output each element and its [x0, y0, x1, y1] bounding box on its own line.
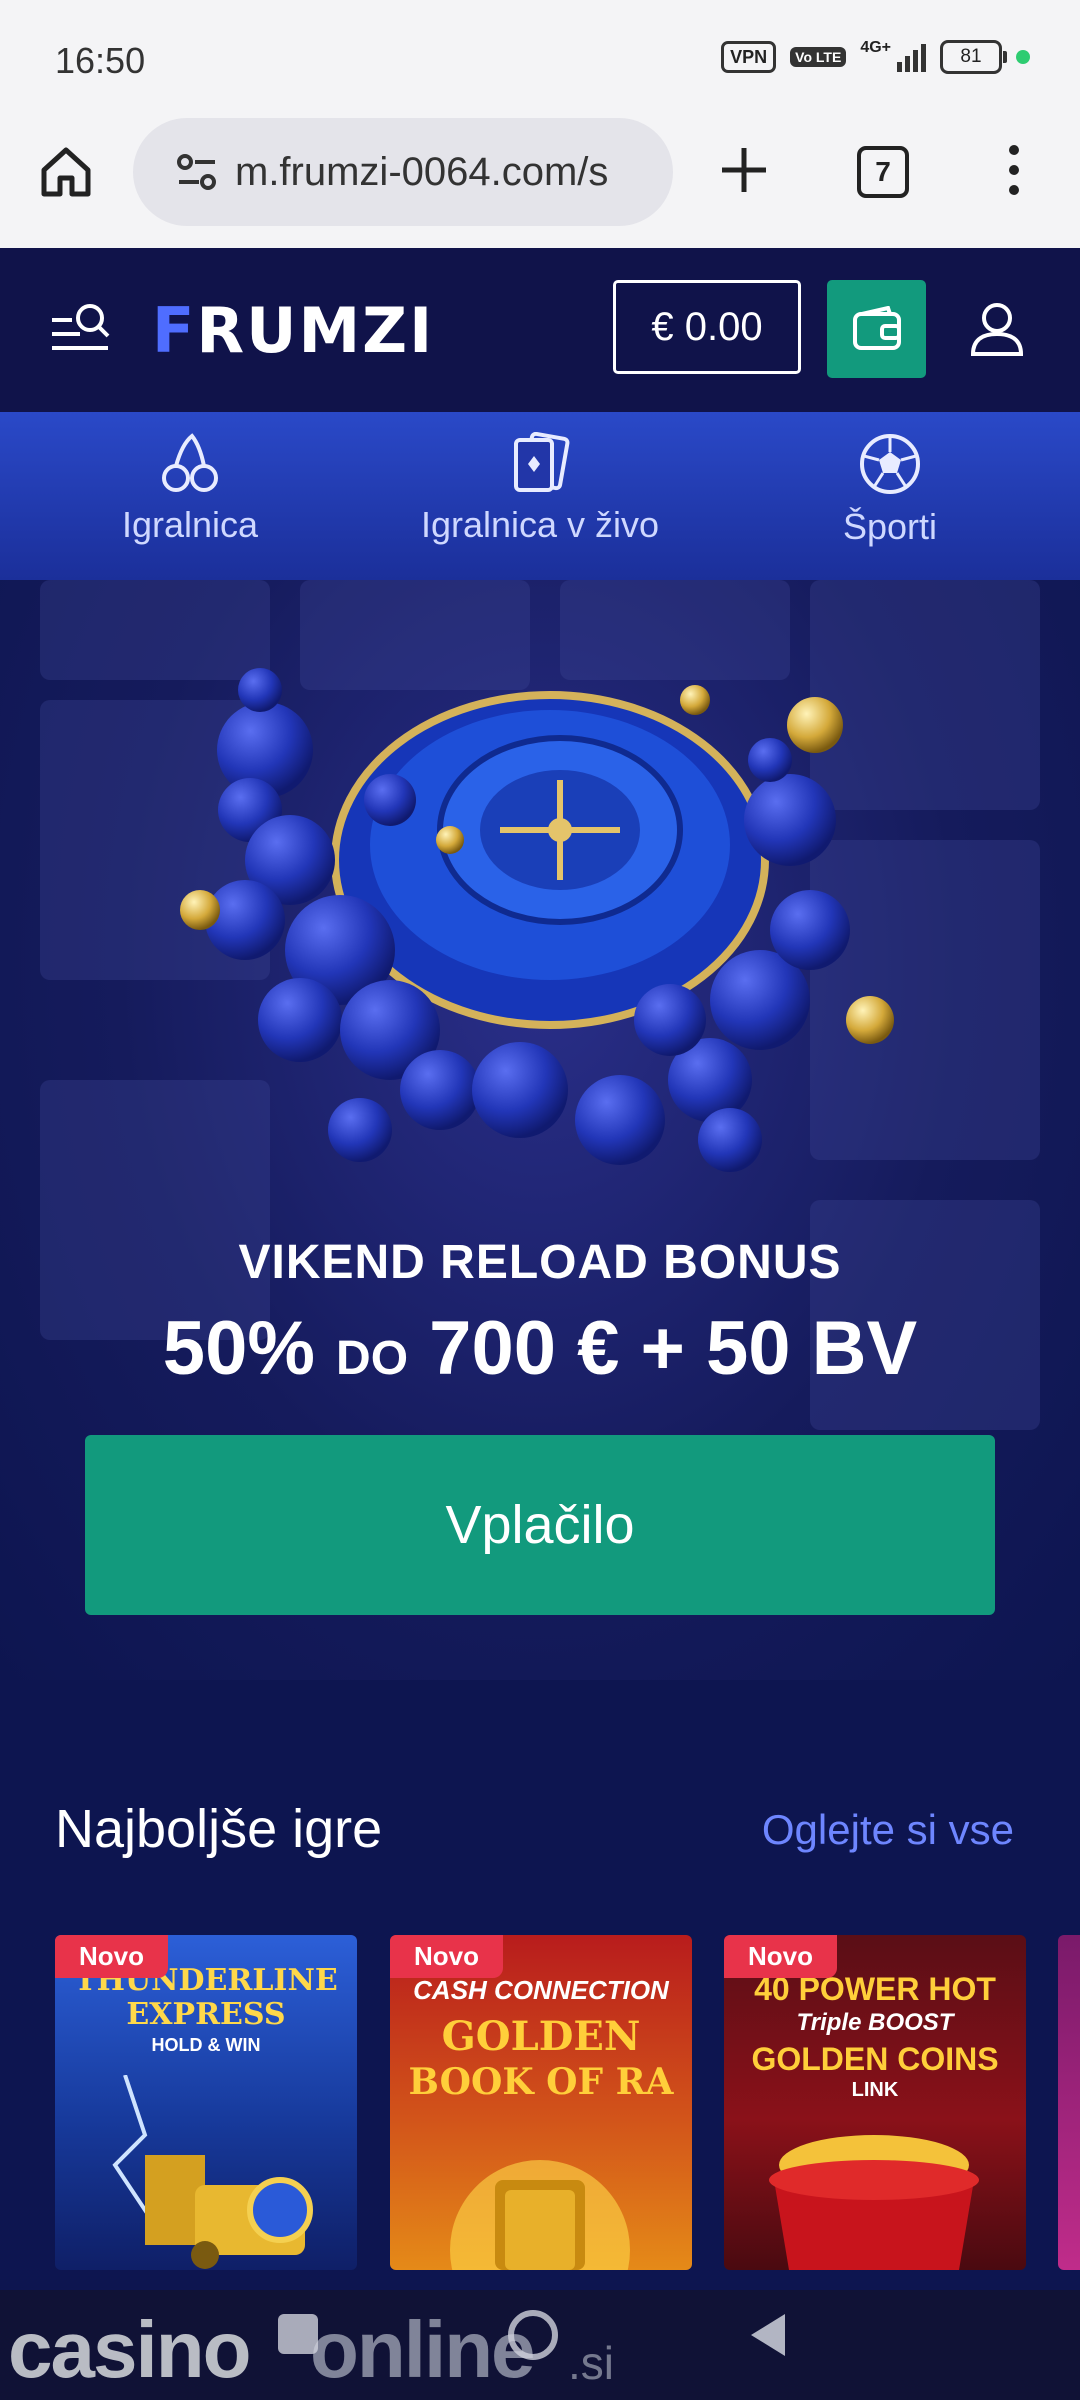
home-icon[interactable]: [38, 144, 94, 200]
cherry-icon: [162, 433, 218, 492]
watermark-text: online: [310, 2305, 536, 2394]
url-text[interactable]: m.frumzi-0064.com/s: [235, 150, 665, 195]
promo-title: 50% DO 700 € + 50 BV: [162, 1306, 918, 1391]
category-nav: Igralnica Igralnica v živo Športi: [0, 412, 1080, 580]
game-title: GOLDEN: [441, 2013, 641, 2060]
site-settings-icon[interactable]: [175, 150, 219, 194]
status-time: 16:50: [55, 40, 146, 81]
more-options-icon[interactable]: [1000, 142, 1028, 198]
football-icon: [860, 434, 920, 494]
train-illustration: [112, 2075, 313, 2269]
new-tab-icon[interactable]: [716, 142, 772, 198]
status-icons: VPN Vo LTE 4G+ 81: [721, 40, 1030, 74]
game-card-thunderline[interactable]: THUNDERLINE EXPRESS HOLD & WIN Novo: [55, 1935, 357, 2270]
game-title: BOOK OF RA: [408, 2061, 674, 2103]
new-badge: Novo: [724, 1935, 837, 1978]
see-all-link[interactable]: Oglejte si vse: [762, 1806, 1014, 1854]
new-badge: Novo: [55, 1935, 168, 1978]
game-subtitle: HOLD & WIN: [151, 2035, 261, 2055]
nav-item-casino[interactable]: Igralnica: [95, 432, 285, 546]
book-illustration: [450, 2160, 630, 2270]
game-title: CASH CONNECTION: [413, 1975, 669, 2005]
nav-label: Športi: [842, 506, 938, 547]
tab-switcher-button[interactable]: 7: [857, 146, 909, 198]
game-subtitle: LINK: [851, 2079, 899, 2101]
cards-icon: [514, 432, 570, 492]
status-bar: 16:50 VPN Vo LTE 4G+ 81: [0, 0, 1080, 118]
menu-search-icon[interactable]: [50, 300, 112, 356]
watermark-text: .si: [568, 2337, 614, 2389]
signal-icon: [897, 42, 926, 72]
game-subtitle: Triple BOOST: [796, 2009, 954, 2036]
network-type: 4G+: [860, 39, 891, 56]
battery-icon: 81: [940, 40, 1007, 74]
game-card-40-power-hot[interactable]: 40 POWER HOT Triple BOOST GOLDEN COINS L…: [724, 1935, 1026, 2270]
wallet-icon: [853, 306, 901, 350]
back-icon[interactable]: [745, 2310, 789, 2360]
home-nav-icon[interactable]: [508, 2310, 558, 2360]
balance-display[interactable]: € 0.00: [613, 280, 801, 374]
promo-banner: VIKEND RELOAD BONUS 50% DO 700 € + 50 BV…: [0, 580, 1080, 1680]
recent-apps-icon[interactable]: [278, 2314, 318, 2354]
wallet-button[interactable]: [827, 280, 926, 378]
privacy-dot-icon: [1016, 50, 1030, 64]
nav-item-live-casino[interactable]: Igralnica v živo: [400, 432, 680, 546]
site-header: FRUMZI € 0.00: [0, 248, 1080, 412]
nav-item-sports[interactable]: Športi: [800, 432, 980, 548]
new-badge: Novo: [390, 1935, 503, 1978]
game-card-golden-book-of-ra[interactable]: CASH CONNECTION GOLDEN BOOK OF RA Novo: [390, 1935, 692, 2270]
vpn-icon: VPN: [721, 41, 777, 73]
nav-label: Igralnica v živo: [420, 504, 660, 545]
nav-label: Igralnica: [121, 504, 259, 545]
address-bar[interactable]: m.frumzi-0064.com/s: [133, 118, 673, 226]
site-logo[interactable]: FRUMZI: [152, 300, 434, 362]
user-icon[interactable]: [967, 298, 1027, 358]
promo-subtitle: VIKEND RELOAD BONUS: [238, 1236, 842, 1289]
watermark-logo: casino online .si: [0, 2290, 660, 2400]
game-card-partial[interactable]: [1058, 1935, 1080, 2270]
pot-of-gold-illustration: [769, 2135, 979, 2270]
browser-toolbar: m.frumzi-0064.com/s 7: [0, 118, 1080, 248]
watermark-text: casino: [8, 2305, 251, 2394]
game-title: EXPRESS: [126, 1997, 286, 2032]
deposit-button[interactable]: Vplačilo: [85, 1435, 995, 1615]
roulette-illustration: [180, 668, 894, 1172]
section-title: Najboljše igre: [55, 1799, 383, 1859]
game-title: GOLDEN COINS: [751, 2041, 999, 2077]
volte-icon: Vo LTE: [790, 47, 847, 67]
